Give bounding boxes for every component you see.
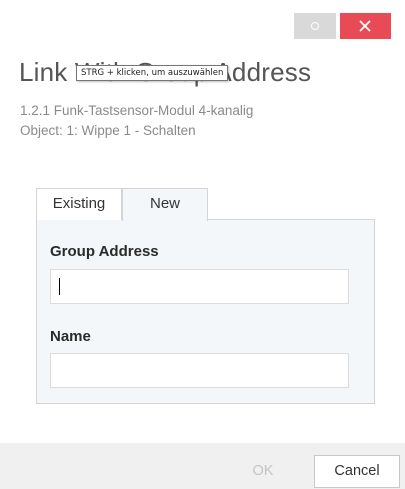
device-subtitle: 1.2.1 Funk-Tastsensor-Modul 4-kanalig — [20, 103, 254, 118]
name-label: Name — [50, 328, 91, 345]
group-address-input[interactable] — [50, 269, 349, 304]
ok-button[interactable]: OK — [220, 455, 306, 488]
tab-existing[interactable]: Existing — [36, 188, 122, 220]
close-icon — [359, 20, 371, 32]
cancel-button[interactable]: Cancel — [314, 455, 400, 488]
close-button[interactable] — [340, 13, 391, 39]
text-caret — [59, 278, 60, 295]
object-subtitle: Object: 1: Wippe 1 - Schalten — [20, 123, 196, 138]
circle-icon — [311, 22, 319, 30]
tooltip: STRG + klicken, um auszuwählen — [76, 65, 229, 81]
group-address-label: Group Address — [50, 243, 159, 260]
name-input[interactable] — [50, 353, 349, 388]
tab-new[interactable]: New — [122, 188, 208, 221]
minimize-button[interactable] — [294, 13, 336, 39]
